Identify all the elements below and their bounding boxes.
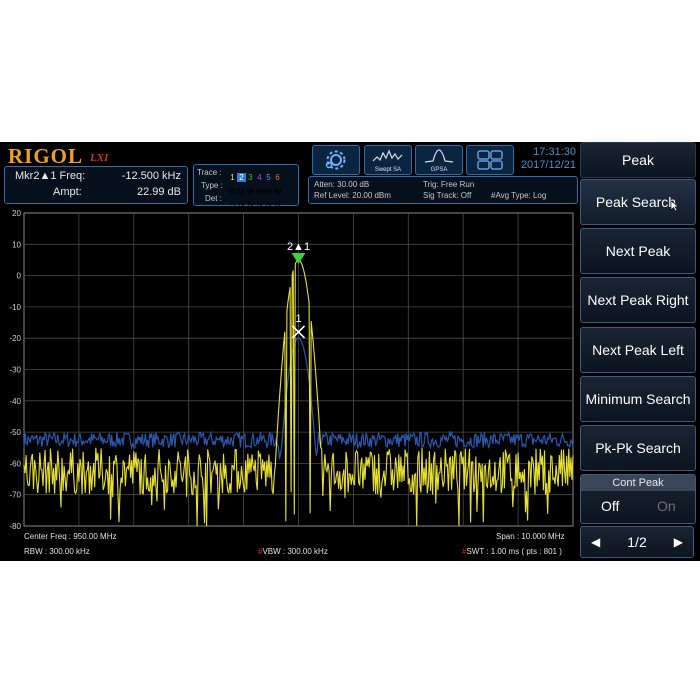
swt-text: SWT : 1.00 ms ( pts : 801 ) [466,547,562,556]
marker-readout: Mkr2▲1 Freq: -12.500 kHz Ampt: 22.99 dB [4,166,188,204]
vbw-readout: #VBW : 300.00 kHz [258,547,328,556]
page-nav: ◀ 1/2 ▶ [580,526,694,558]
layout-button[interactable] [466,145,514,175]
gpsa-button[interactable]: GPSA [415,145,463,175]
gpsa-label: GPSA [430,167,448,173]
y-tick-label: -20 [9,334,21,343]
sig-track-text: Sig Track: Off [423,191,472,200]
atten-text: Atten: 30.00 dB [314,180,370,189]
y-tick-label: -40 [9,397,21,406]
pk-pk-search-button[interactable]: Pk-Pk Search [580,425,696,471]
y-tick-label: -70 [9,491,21,500]
settings-summary: Atten: 30.00 dB Ref Level: 20.00 dBm Tri… [308,176,578,204]
next-peak-left-button[interactable]: Next Peak Left [580,327,696,373]
trace-type-label: Type : [201,181,223,190]
avg-type-text: #Avg Type: Log [491,191,547,200]
spectrum-plot[interactable]: 20 10 0 -10 -20 -30 -40 -50 -60 -70 -80 2▲1 1 [0,202,578,532]
marker-ampt-label: Ampt: [53,186,82,198]
menu-title-peak: Peak [580,142,696,178]
layout-grid-icon [477,150,503,170]
next-peak-right-button[interactable]: Next Peak Right [580,277,696,323]
y-axis-ticks: 20 10 0 -10 -20 -30 -40 -50 -60 -70 -80 [9,209,21,531]
cont-peak-label: Cont Peak [581,475,695,491]
setup-icon [325,150,346,170]
clock-date: 2017/12/21 [520,159,576,171]
marker-1-label: 1 [295,313,301,325]
vbw-text: VBW : 300.00 kHz [262,547,328,556]
y-tick-label: -30 [9,366,21,375]
y-tick-label: 0 [17,272,22,281]
swept-sa-label: Swept SA [374,167,402,173]
clock: 17:31:30 2017/12/21 [520,146,576,172]
y-tick-label: -10 [9,303,21,312]
page-indicator: 1/2 [627,534,647,550]
marker-2-label: 2▲1 [287,241,310,253]
span-text: Span : 10.000 MHz [496,532,565,541]
trace-label: Trace : [197,168,222,177]
setup-button[interactable] [312,145,360,175]
trace-panel[interactable]: Trace : Type : Det : 123456 W M WWWW SNNNN… [193,164,299,209]
cont-peak-off[interactable]: Off [601,498,619,514]
page-prev-icon[interactable]: ◀ [591,535,600,549]
trig-text: Trig: Free Run [423,180,475,189]
clock-time: 17:31:30 [533,146,576,158]
rbw-text: RBW : 300.00 kHz [24,547,90,556]
y-tick-label: -60 [9,459,21,468]
ref-level-text: Ref Level: 20.00 dBm [314,191,391,200]
page-next-icon[interactable]: ▶ [674,535,683,549]
marker-freq-label: Mkr2▲1 Freq: [15,170,86,182]
peak-search-button[interactable]: Peak Search [580,179,696,225]
marker-freq-value: -12.500 kHz [121,170,181,182]
swept-sa-icon [372,149,403,162]
swt-readout: #SWT : 1.00 ms ( pts : 801 ) [462,547,562,556]
marker-ampt-value: 22.99 dB [136,186,181,198]
gpsa-icon [424,149,454,163]
y-tick-label: 10 [12,240,21,249]
y-tick-label: -50 [9,428,21,437]
marker-2-triangle [291,252,306,264]
minimum-search-button[interactable]: Minimum Search [580,376,696,422]
swept-sa-button[interactable]: Swept SA [364,145,412,175]
mouse-cursor-icon [670,200,680,212]
lxi-logo: LXI [90,152,109,164]
cont-peak-on[interactable]: On [657,498,676,514]
y-tick-label: -80 [9,522,21,531]
center-freq-text: Center Freq : 950.00 MHz [24,532,117,541]
peak-search-label: Peak Search [595,194,677,210]
y-tick-label: 20 [12,209,21,218]
next-peak-button[interactable]: Next Peak [580,228,696,274]
cont-peak-toggle[interactable]: Cont Peak Off On [580,474,696,524]
analyzer-screen: RIGOL LXI Mkr2▲1 Freq: -12.500 kHz Ampt:… [0,142,700,561]
